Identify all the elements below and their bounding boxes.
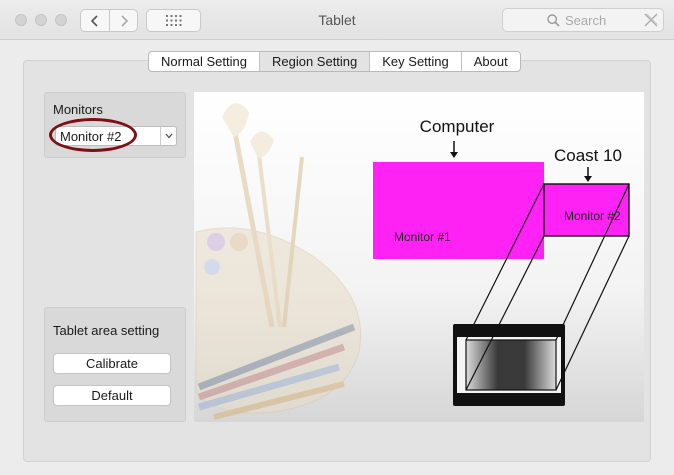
region-diagram: Computer Coast 10 Monitor #1 Monitor #2: [194, 92, 644, 422]
title-bar: Tablet Search: [0, 0, 674, 40]
tablet-area-group: Tablet area setting Calibrate Default: [44, 307, 186, 422]
tab-region-setting[interactable]: Region Setting: [258, 52, 370, 71]
search-field[interactable]: Search: [502, 8, 664, 32]
device-label: Coast 10: [554, 146, 622, 165]
default-button[interactable]: Default: [53, 385, 171, 406]
monitor-2-label: Monitor #2: [564, 209, 621, 223]
clear-icon[interactable]: [643, 12, 659, 28]
search-icon: [547, 14, 560, 27]
monitor-select-value: Monitor #2: [60, 129, 122, 144]
monitors-group: Monitors Monitor #2: [44, 92, 186, 158]
select-arrow[interactable]: [160, 127, 176, 145]
region-preview: Computer Coast 10 Monitor #1 Monitor #2: [194, 92, 644, 422]
tablet-device: [453, 324, 565, 406]
computer-label: Computer: [420, 117, 495, 136]
tab-about[interactable]: About: [460, 52, 520, 71]
monitors-label: Monitors: [53, 102, 103, 117]
calibrate-button[interactable]: Calibrate: [53, 353, 171, 374]
monitor-1-region[interactable]: [373, 162, 544, 259]
monitor-select[interactable]: Monitor #2: [55, 126, 177, 146]
search-placeholder: Search: [565, 13, 607, 28]
chevron-down-icon: [165, 133, 172, 139]
tab-key-setting[interactable]: Key Setting: [369, 52, 461, 71]
tab-normal-setting[interactable]: Normal Setting: [149, 52, 259, 71]
monitor-1-label: Monitor #1: [394, 230, 451, 244]
tablet-area-label: Tablet area setting: [53, 323, 160, 338]
tab-bar: Normal Setting Region Setting Key Settin…: [148, 51, 521, 72]
